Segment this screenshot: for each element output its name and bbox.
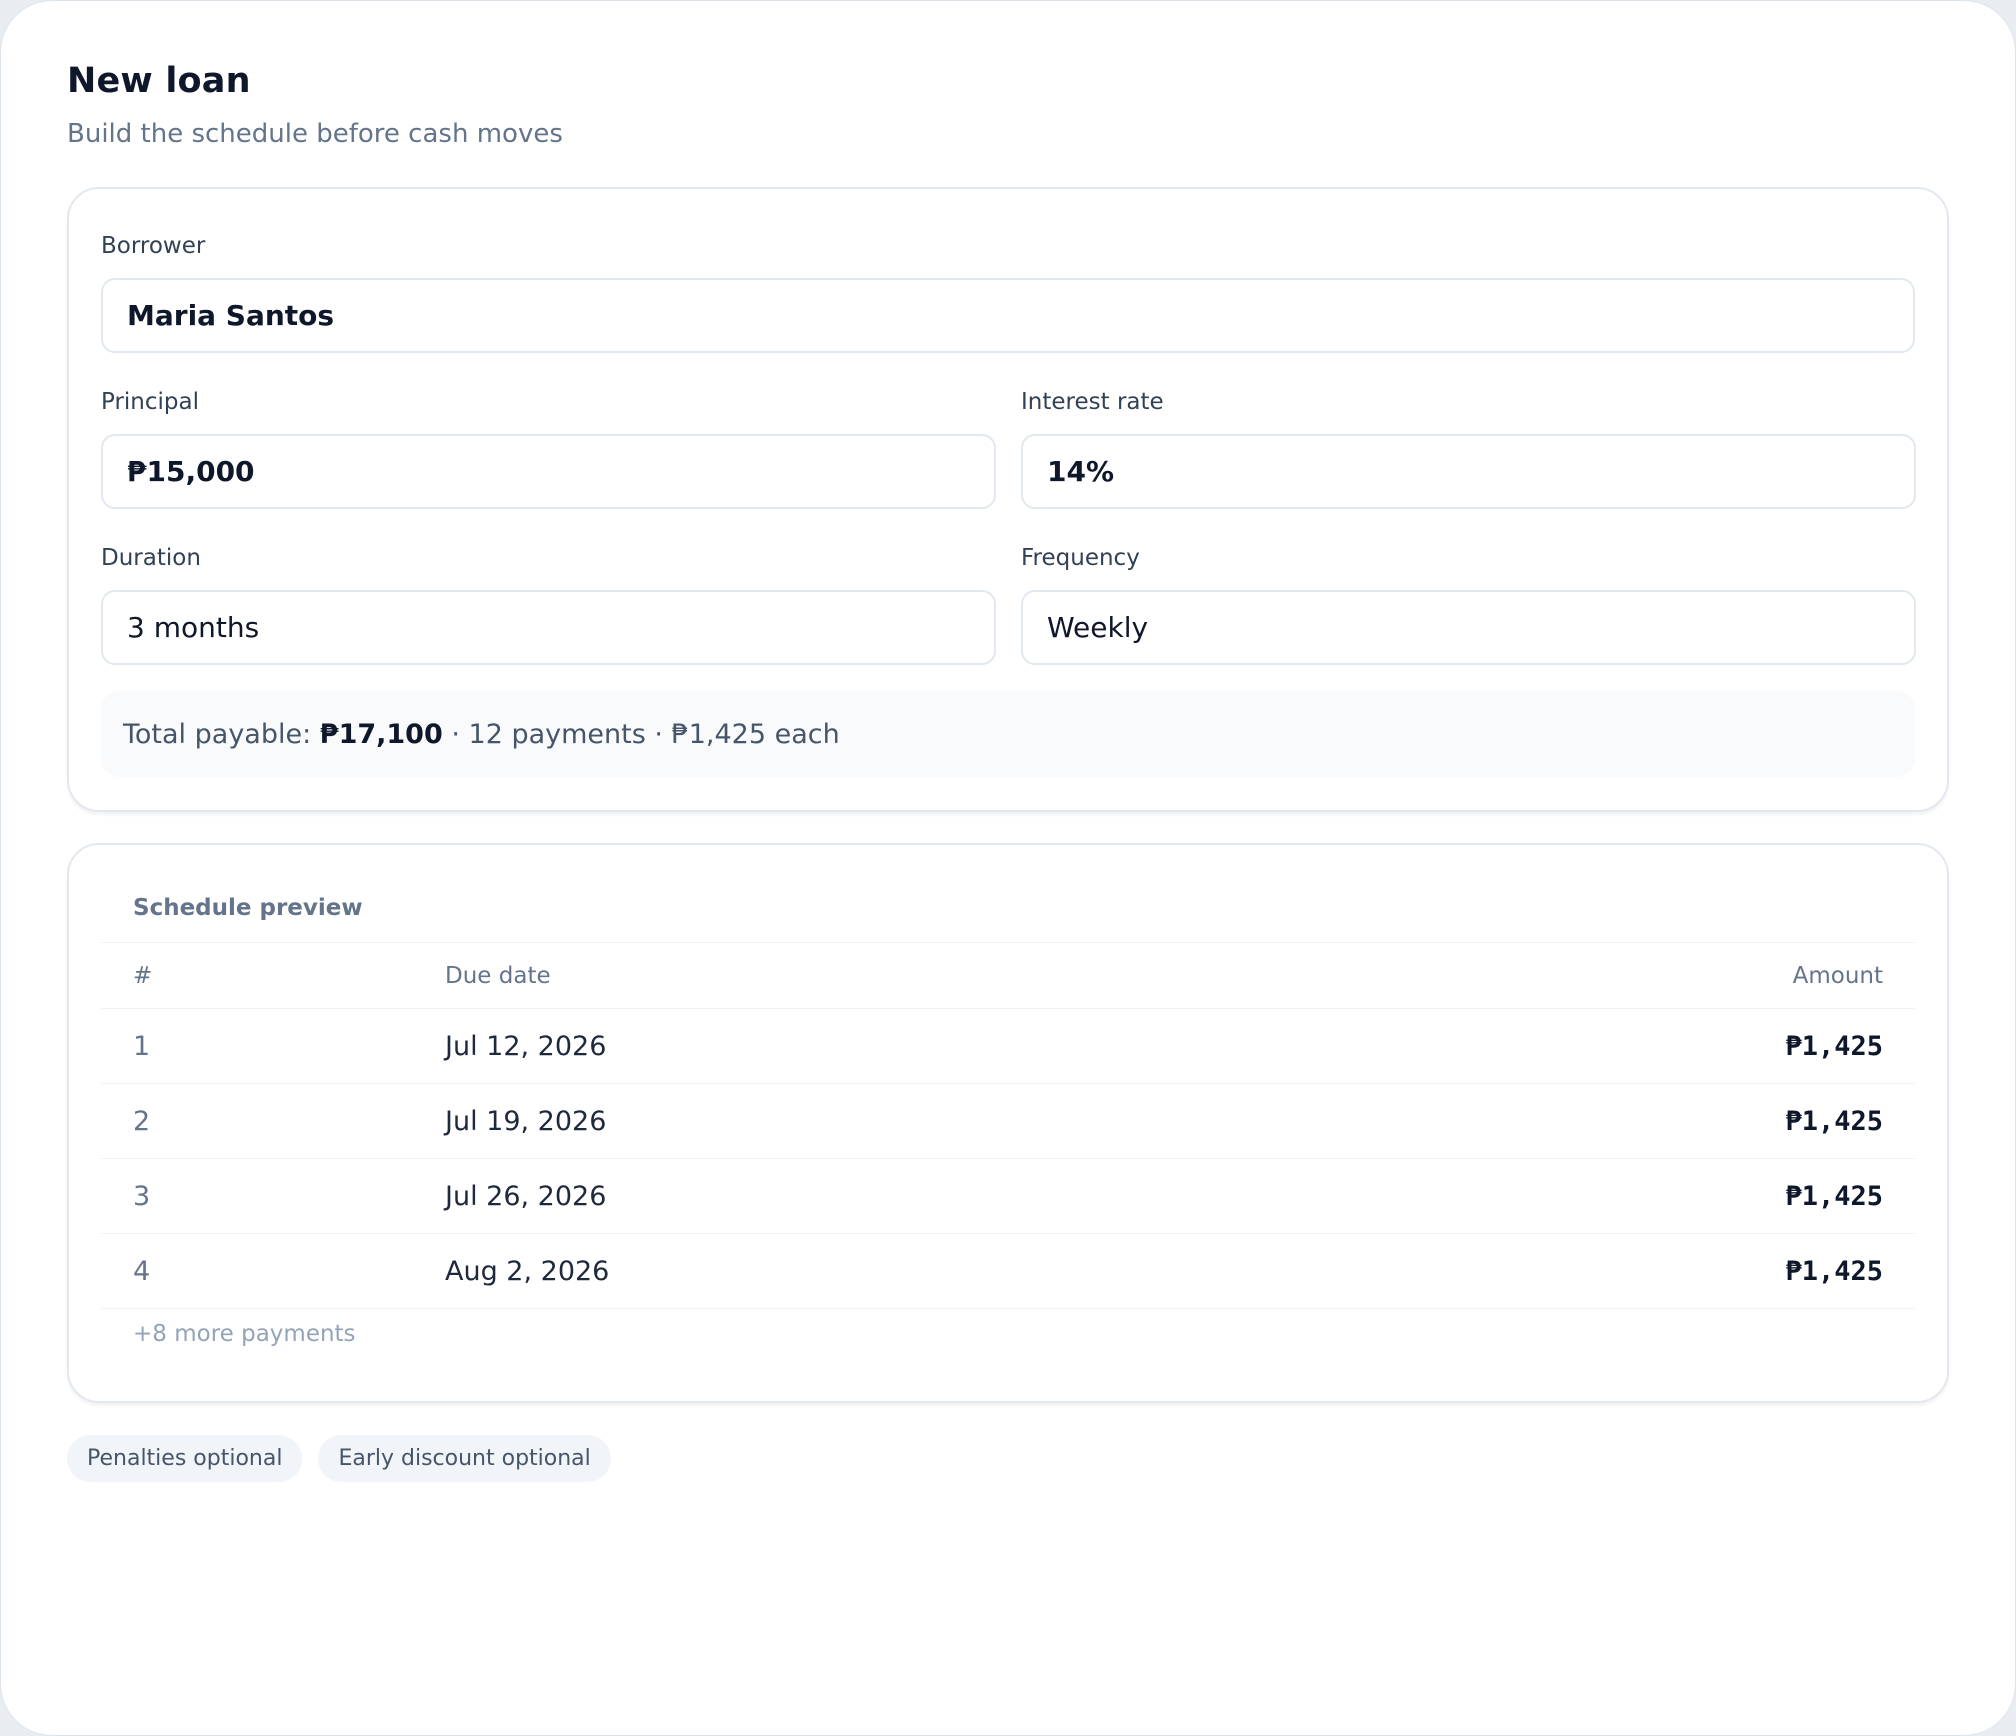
column-header-number: # [133, 962, 153, 989]
loan-form-card: Borrower Maria Santos Principal ₱15,000 … [67, 187, 1949, 812]
page-title: New loan [67, 61, 251, 101]
schedule-preview-card: Schedule preview # Due date Amount 1 Jul… [67, 843, 1949, 1403]
frequency-select[interactable]: Weekly [1021, 590, 1916, 665]
duration-select[interactable]: 3 months [101, 590, 996, 665]
interest-rate-label: Interest rate [1021, 389, 1164, 415]
frequency-label: Frequency [1021, 545, 1140, 571]
summary-details: · 12 payments · ₱1,425 each [442, 718, 840, 750]
payment-amount: ₱1,425 [1785, 1180, 1883, 1212]
summary-prefix: Total payable: [123, 718, 320, 750]
borrower-label: Borrower [101, 233, 206, 259]
column-header-amount: Amount [1792, 962, 1883, 989]
borrower-field[interactable]: Maria Santos [101, 278, 1915, 353]
payment-number: 4 [133, 1255, 151, 1287]
chip-early-discount[interactable]: Early discount optional [318, 1435, 611, 1482]
principal-label: Principal [101, 389, 200, 415]
column-header-due-date: Due date [445, 962, 551, 989]
total-payable-value: ₱17,100 [319, 718, 443, 750]
schedule-table: # Due date Amount 1 Jul 12, 2026 ₱1,425 … [101, 942, 1915, 1309]
payment-due-date: Jul 26, 2026 [445, 1180, 607, 1212]
duration-label: Duration [101, 545, 201, 571]
payment-amount: ₱1,425 [1785, 1255, 1883, 1287]
payment-amount: ₱1,425 [1785, 1030, 1883, 1062]
total-summary: Total payable: ₱17,100 · 12 payments · ₱… [101, 691, 1915, 777]
table-row: 3 Jul 26, 2026 ₱1,425 [101, 1158, 1915, 1233]
table-row: 2 Jul 19, 2026 ₱1,425 [101, 1083, 1915, 1158]
more-payments-link[interactable]: +8 more payments [133, 1321, 356, 1347]
payment-due-date: Jul 19, 2026 [445, 1105, 607, 1137]
payment-number: 2 [133, 1105, 151, 1137]
payment-number: 3 [133, 1180, 151, 1212]
interest-rate-field[interactable]: 14% [1021, 434, 1916, 509]
principal-field[interactable]: ₱15,000 [101, 434, 996, 509]
chip-penalties[interactable]: Penalties optional [67, 1435, 303, 1482]
page-subtitle: Build the schedule before cash moves [67, 119, 563, 149]
table-row: 1 Jul 12, 2026 ₱1,425 [101, 1008, 1915, 1083]
table-row: 4 Aug 2, 2026 ₱1,425 [101, 1233, 1915, 1308]
table-divider [101, 1308, 1915, 1309]
options-chips: Penalties optional Early discount option… [67, 1435, 611, 1482]
payment-amount: ₱1,425 [1785, 1105, 1883, 1137]
app-window: New loan Build the schedule before cash … [0, 0, 2016, 1736]
payment-number: 1 [133, 1030, 151, 1062]
table-header: # Due date Amount [101, 942, 1915, 1008]
payment-due-date: Aug 2, 2026 [445, 1255, 610, 1287]
payment-due-date: Jul 12, 2026 [445, 1030, 607, 1062]
schedule-title: Schedule preview [133, 895, 363, 921]
